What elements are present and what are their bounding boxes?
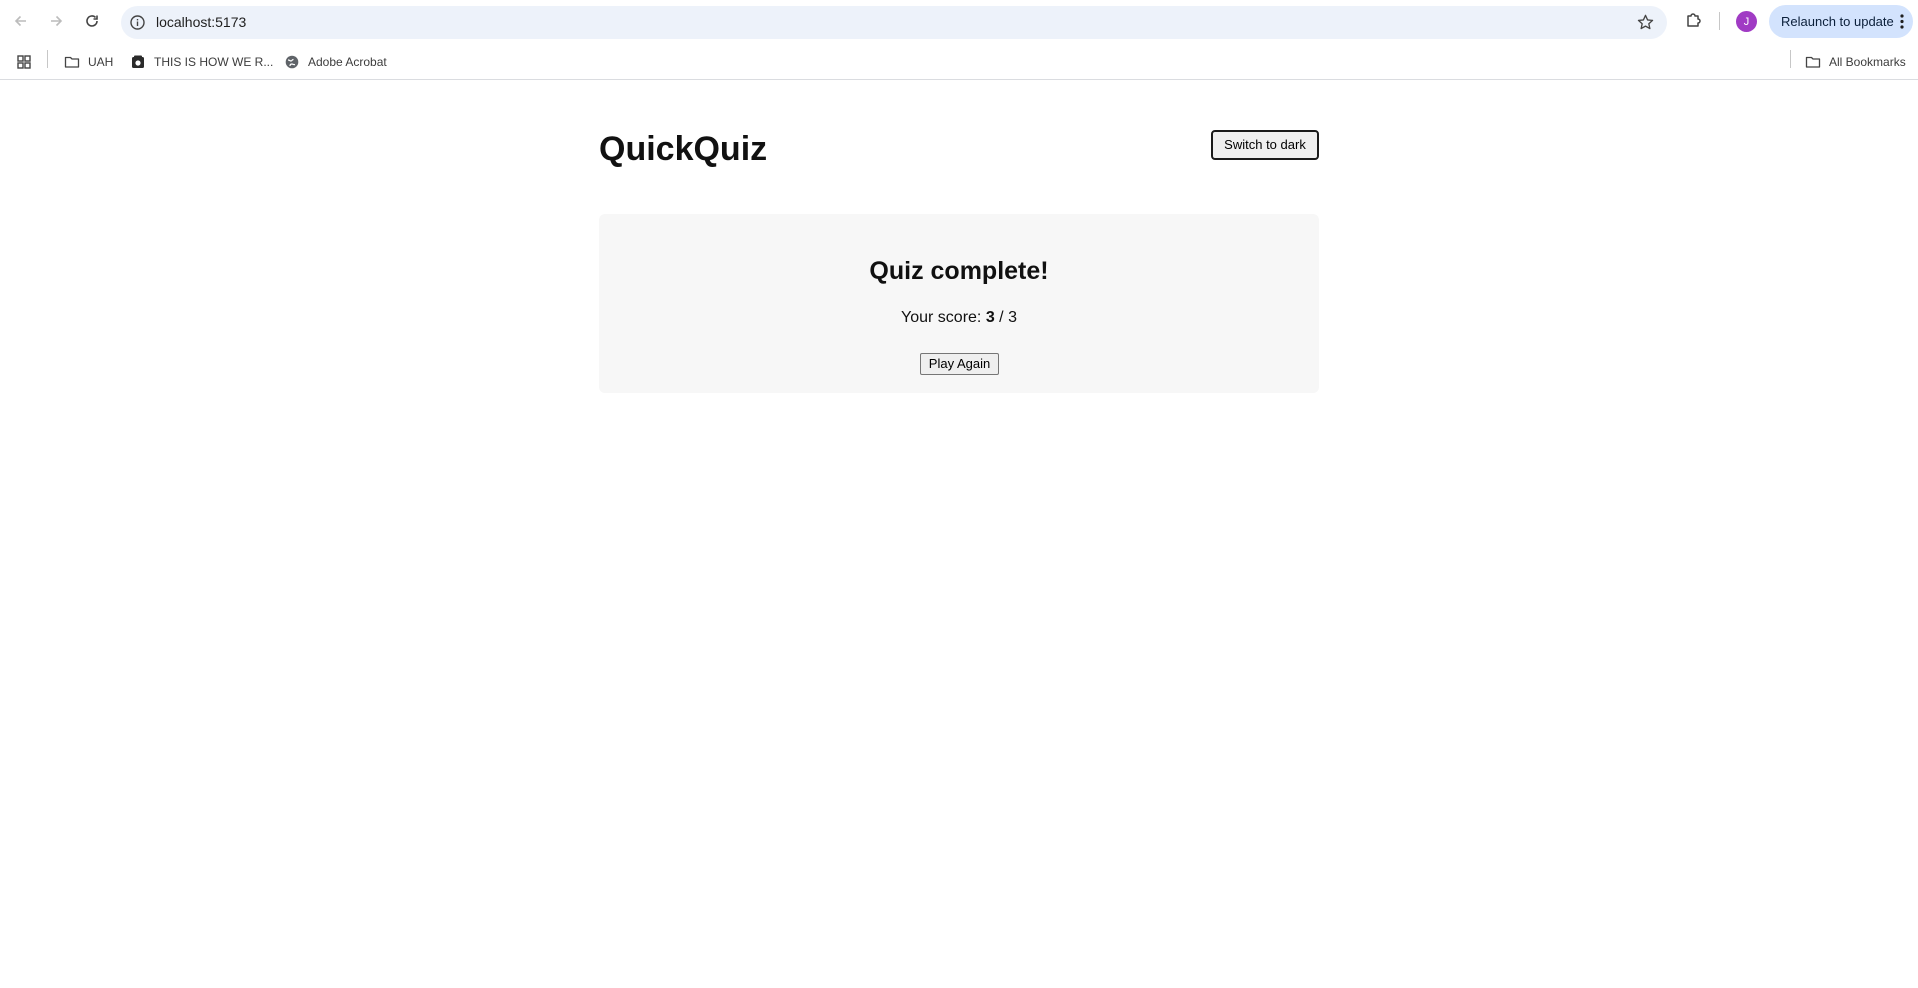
folder-icon [64, 56, 80, 68]
play-again-button[interactable]: Play Again [920, 353, 999, 375]
theme-toggle-button[interactable]: Switch to dark [1211, 130, 1319, 160]
relaunch-label: Relaunch to update [1781, 14, 1894, 29]
app-title: QuickQuiz [599, 130, 768, 168]
app-header: QuickQuiz Switch to dark [599, 129, 1319, 169]
all-bookmarks-button[interactable]: All Bookmarks [1805, 52, 1906, 72]
back-arrow-icon [14, 15, 26, 27]
star-icon[interactable] [1636, 13, 1655, 32]
globe-icon [285, 55, 299, 69]
bookmarks-divider [1790, 50, 1791, 68]
forward-arrow-icon [51, 15, 63, 27]
bookmark-label: Adobe Acrobat [308, 55, 387, 69]
score-prefix: Your score: [901, 309, 982, 326]
bookmarks-divider [47, 50, 48, 68]
reload-icon [86, 15, 98, 27]
result-heading: Quiz complete! [869, 257, 1049, 285]
profile-avatar[interactable]: J [1736, 11, 1757, 32]
url-text[interactable]: localhost:5173 [156, 14, 246, 31]
bookmark-uah[interactable]: UAH [64, 52, 113, 72]
forward-button[interactable] [43, 8, 69, 34]
reload-button[interactable] [79, 8, 105, 34]
info-icon[interactable] [129, 14, 146, 31]
bookmark-label: UAH [88, 55, 114, 69]
toolbar-divider [1719, 12, 1720, 30]
bookmark-label: THIS IS HOW WE R... [154, 55, 274, 69]
bookmark-adobe-acrobat[interactable]: Adobe Acrobat [284, 52, 387, 72]
score-value: 3 [985, 309, 995, 326]
puzzle-icon[interactable] [1684, 10, 1704, 30]
bookmark-this-is-how-we-r[interactable]: THIS IS HOW WE R... [130, 52, 273, 72]
bookmarks-bar: UAH THIS IS HOW WE R... Adobe Acrobat Al… [0, 44, 1918, 80]
score-line: Your score: 3 / 3 [599, 308, 1319, 328]
address-bar[interactable]: localhost:5173 [121, 6, 1667, 39]
browser-toolbar: localhost:5173 J Relaunch to update [0, 0, 1918, 44]
site-favicon-icon [132, 55, 144, 68]
folder-icon [1805, 56, 1821, 68]
result-card: Quiz complete! Your score: 3 / 3 Play Ag… [599, 214, 1319, 393]
all-bookmarks-label: All Bookmarks [1829, 55, 1906, 69]
apps-button[interactable] [16, 52, 40, 72]
kebab-menu-icon[interactable] [1900, 14, 1904, 29]
apps-grid-icon [17, 55, 31, 69]
score-total: 3 [1008, 309, 1017, 326]
score-separator: / [999, 309, 1004, 326]
relaunch-button[interactable]: Relaunch to update [1769, 5, 1913, 38]
back-button[interactable] [8, 8, 34, 34]
